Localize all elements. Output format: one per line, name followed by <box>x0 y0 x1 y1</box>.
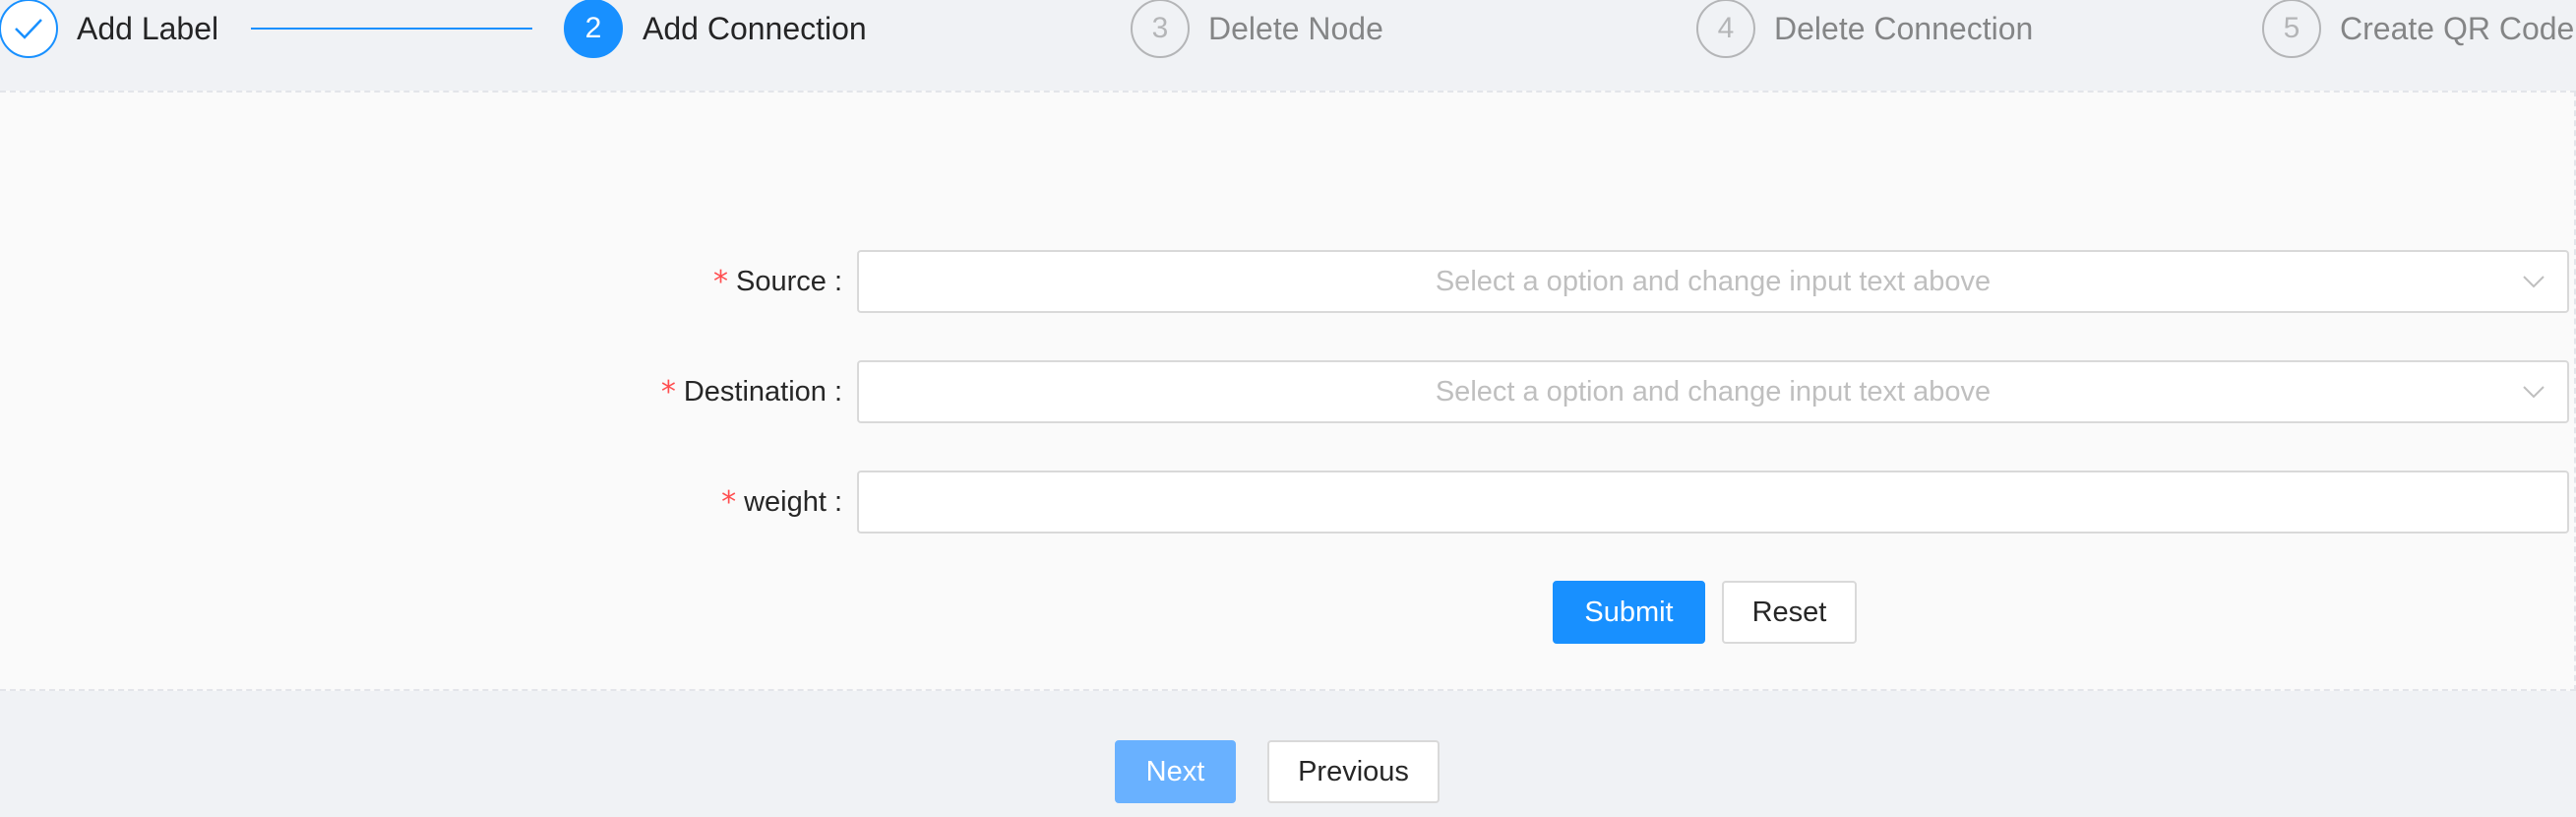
step-title: Delete Node <box>1208 11 1383 46</box>
next-button[interactable]: Next <box>1115 740 1236 803</box>
step-title: Add Label <box>77 11 219 46</box>
step-title: Add Connection <box>643 11 867 46</box>
check-icon <box>0 0 58 58</box>
chevron-down-icon[interactable] <box>2522 270 2545 293</box>
weight-input[interactable] <box>857 471 2569 534</box>
step-number-badge: 3 <box>1131 0 1190 58</box>
form-row-weight: * weight : <box>0 471 2576 534</box>
step-title: Delete Connection <box>1774 11 2034 46</box>
destination-label: * Destination : <box>661 360 842 423</box>
required-mark: * <box>713 264 729 299</box>
destination-label-text: Destination <box>683 375 827 408</box>
reset-button[interactable]: Reset <box>1722 581 1857 644</box>
source-label: * Source : <box>713 250 842 313</box>
previous-button[interactable]: Previous <box>1267 740 1440 803</box>
step-number-badge: 5 <box>2262 0 2321 58</box>
submit-button[interactable]: Submit <box>1553 581 1705 644</box>
form-row-destination: * Destination : Select a option and chan… <box>0 360 2576 423</box>
required-mark: * <box>660 374 676 409</box>
weight-input-value <box>859 472 2567 532</box>
weight-label: * weight : <box>721 471 842 534</box>
step-connector-line <box>251 28 532 30</box>
source-select-placeholder: Select a option and change input text ab… <box>1435 266 1992 297</box>
label-colon: : <box>833 485 842 518</box>
form-panel: * Source : Select a option and change in… <box>0 91 2576 691</box>
destination-select[interactable]: Select a option and change input text ab… <box>857 360 2569 423</box>
chevron-down-icon[interactable] <box>2522 380 2545 404</box>
source-label-text: Source <box>736 265 827 297</box>
step-number-badge: 4 <box>1696 0 1755 58</box>
required-mark: * <box>721 484 737 520</box>
label-colon: : <box>833 375 842 408</box>
step-number-badge: 2 <box>564 0 623 58</box>
destination-select-placeholder: Select a option and change input text ab… <box>1435 376 1992 408</box>
label-colon: : <box>833 265 842 297</box>
weight-label-text: weight <box>744 485 827 518</box>
source-select[interactable]: Select a option and change input text ab… <box>857 250 2569 313</box>
form-row-source: * Source : Select a option and change in… <box>0 250 2576 313</box>
step-title: Create QR Code <box>2340 11 2575 46</box>
steps-bar: Add Label 2 Add Connection 3 Delete Node… <box>0 0 2576 58</box>
